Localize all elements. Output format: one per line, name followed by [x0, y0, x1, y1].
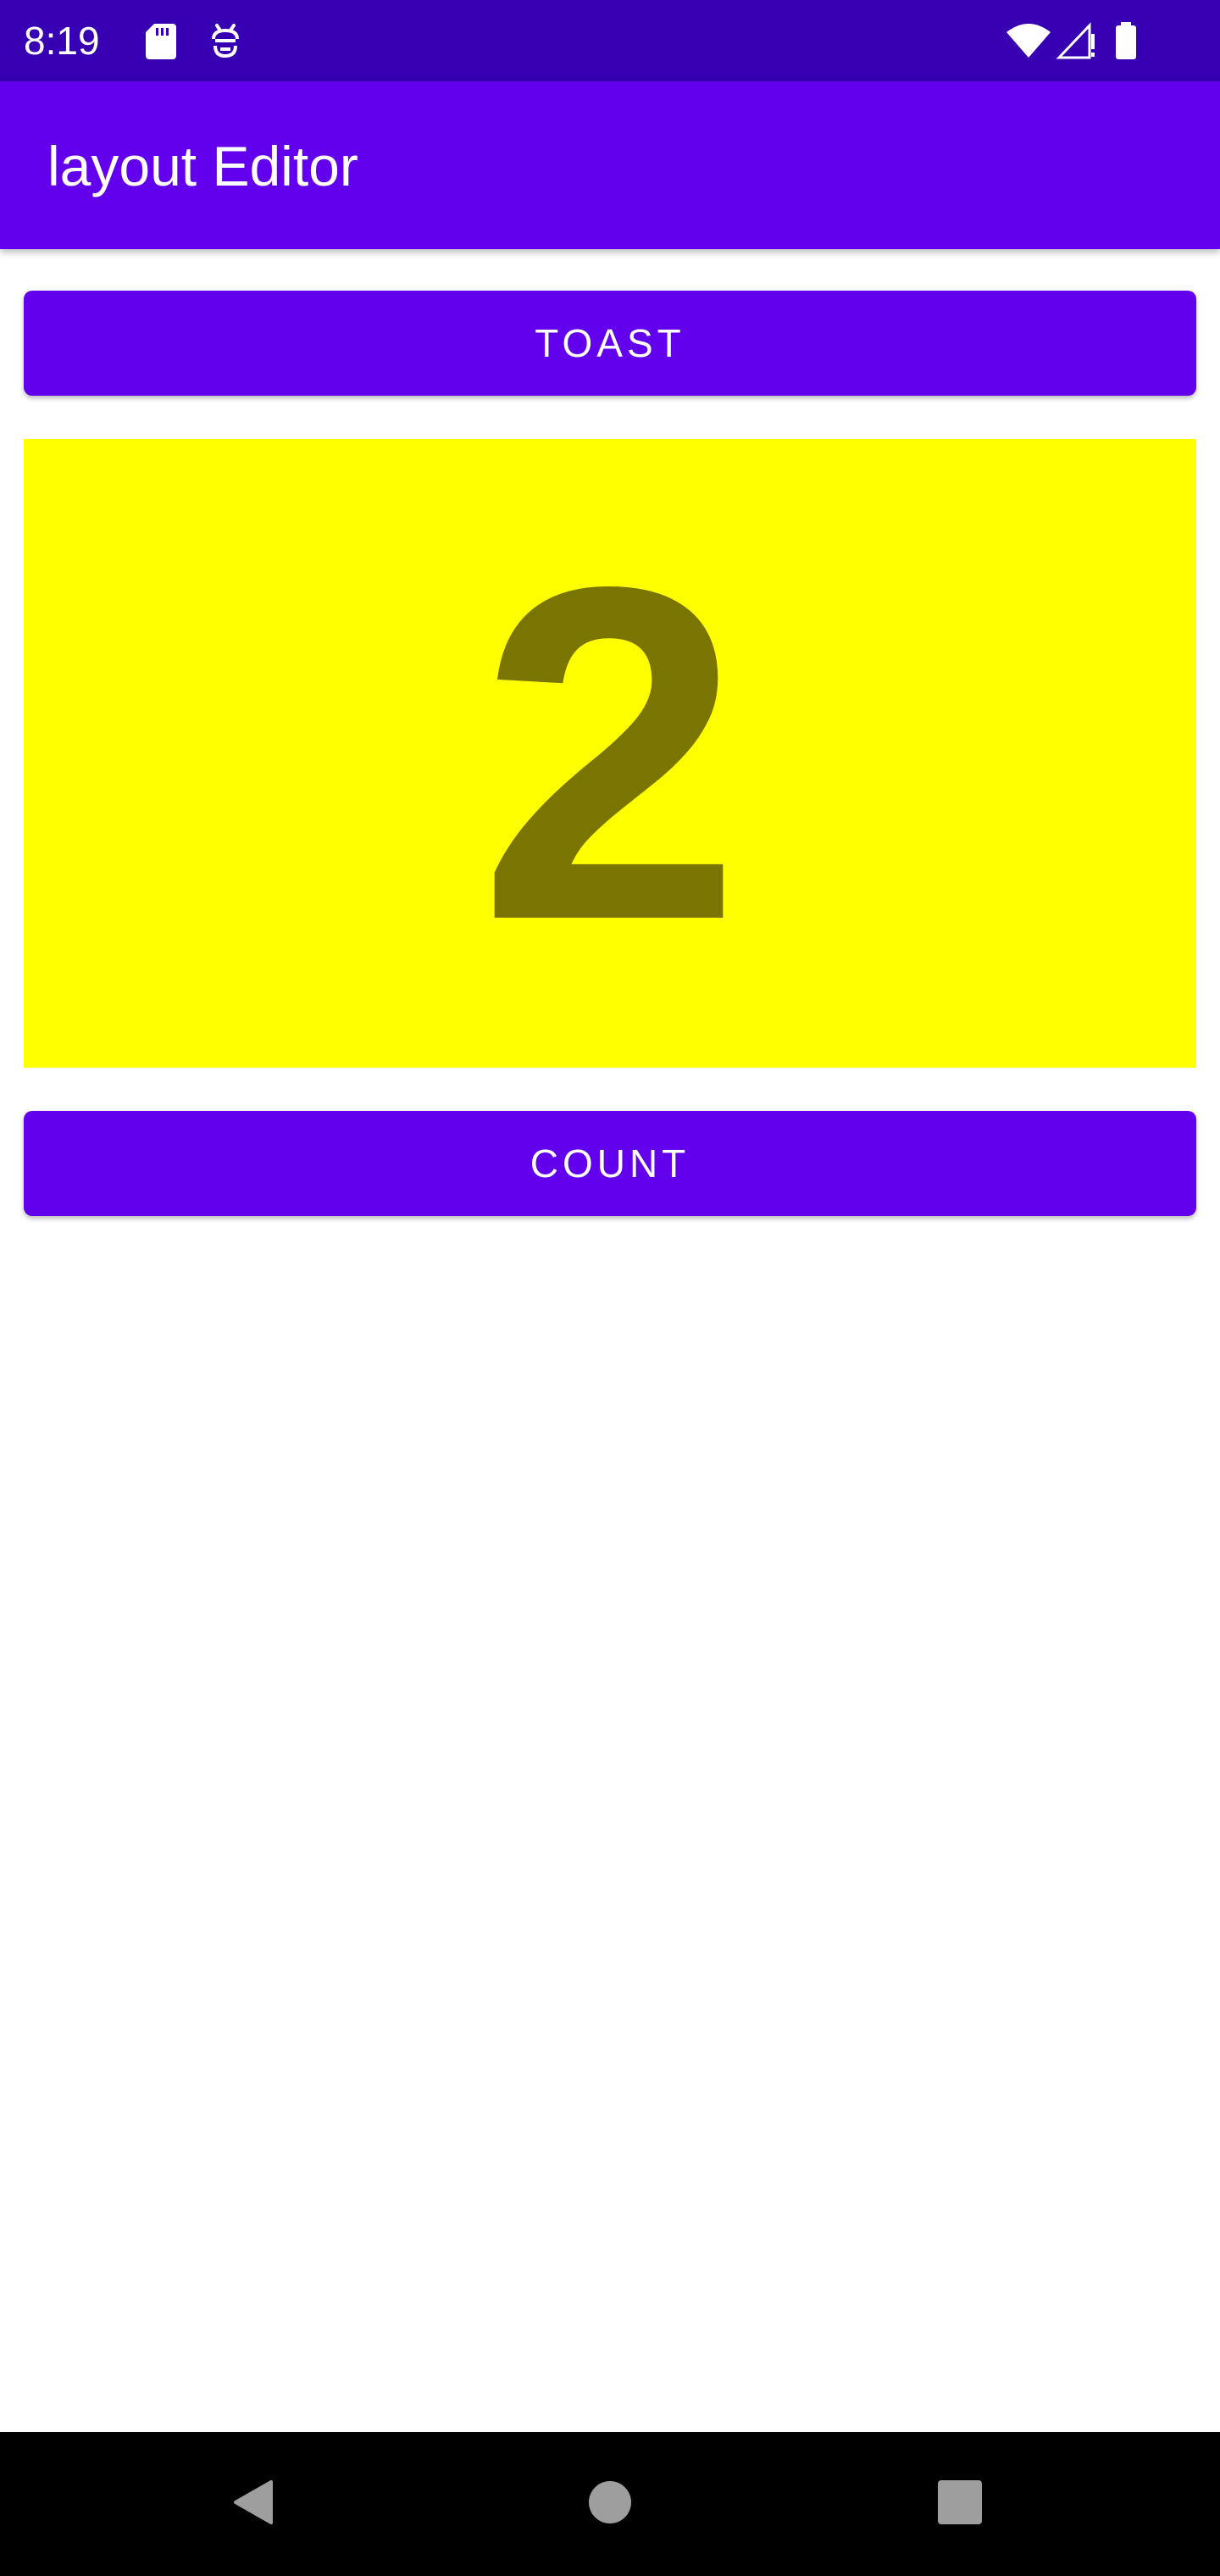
recents-button[interactable]	[913, 2457, 1006, 2551]
count-button[interactable]: COUNT	[24, 1111, 1196, 1216]
home-icon	[585, 2477, 635, 2532]
status-bar: 8:19	[0, 0, 1220, 81]
debug-icon	[205, 20, 246, 61]
back-button[interactable]	[208, 2457, 301, 2551]
cell-signal-icon	[1056, 20, 1098, 61]
count-value: 2	[478, 488, 742, 1019]
count-display: 2	[24, 439, 1196, 1068]
home-button[interactable]	[563, 2457, 657, 2551]
back-icon	[229, 2477, 280, 2532]
app-bar: layout Editor	[0, 81, 1220, 249]
toast-button[interactable]: TOAST	[24, 291, 1196, 396]
recents-icon	[934, 2477, 985, 2532]
battery-icon	[1113, 20, 1139, 61]
count-button-label: COUNT	[530, 1141, 690, 1185]
wifi-icon	[1005, 20, 1052, 61]
navigation-bar	[0, 2432, 1220, 2576]
sd-card-icon	[141, 20, 181, 61]
status-time: 8:19	[24, 19, 100, 63]
app-title: layout Editor	[47, 135, 358, 197]
toast-button-label: TOAST	[535, 321, 685, 365]
